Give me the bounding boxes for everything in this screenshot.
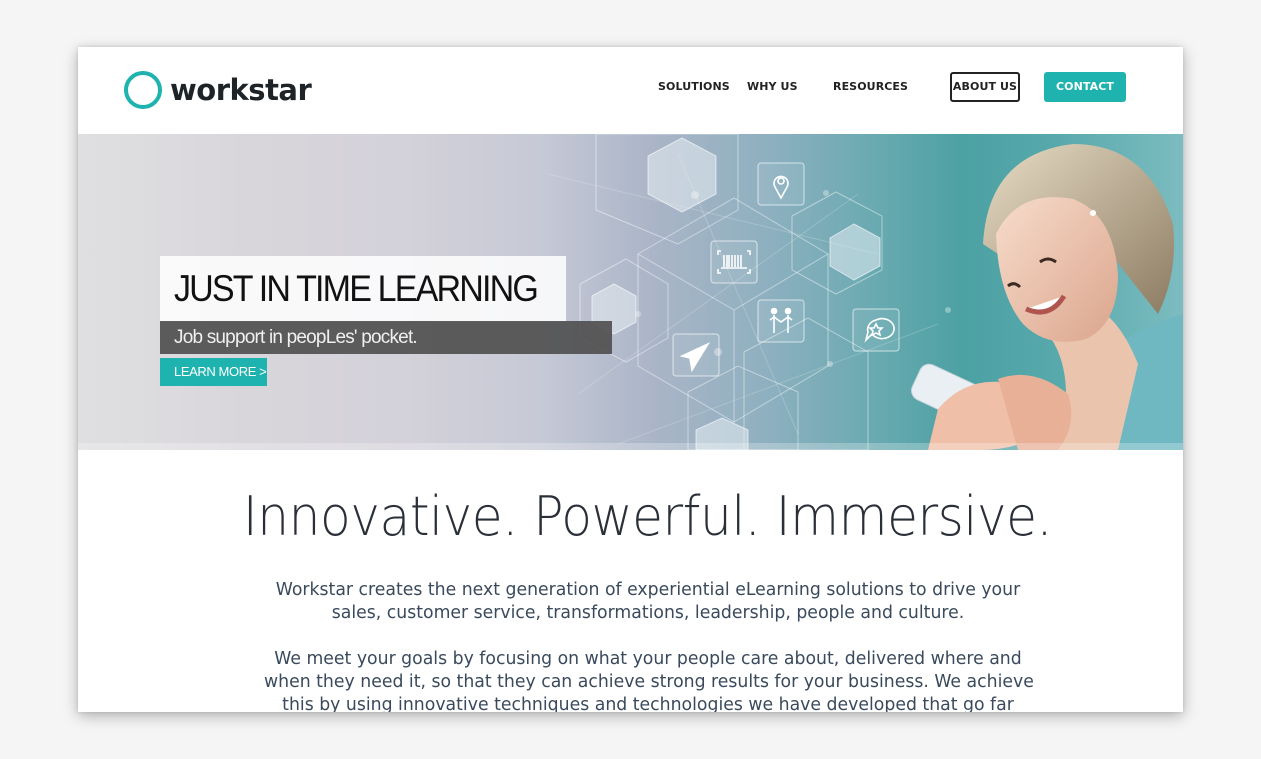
browser-page: workstar SOLUTIONS WHY US RESOURCES ABOU… <box>78 47 1183 712</box>
hero-banner: JUST IN TIME LEARNING Job support in peo… <box>78 134 1183 450</box>
hero-title-box: JUST IN TIME LEARNING <box>160 256 566 322</box>
nav-why-us[interactable]: WHY US <box>747 72 798 102</box>
nav-resources[interactable]: RESOURCES <box>833 72 908 102</box>
main-tagline: Innovative. Powerful. Immersive. <box>242 485 1053 548</box>
goals-paragraph: We meet your goals by focusing on what y… <box>248 647 1048 712</box>
goals-paragraph-line: this by using innovative techniques and … <box>282 694 1014 712</box>
nav-solutions[interactable]: SOLUTIONS <box>658 72 730 102</box>
intro-paragraph-line: Workstar creates the next generation of … <box>275 579 1021 600</box>
intro-paragraph: Workstar creates the next generation of … <box>248 578 1048 624</box>
main-nav: SOLUTIONS WHY US RESOURCES ABOUT US CONT… <box>78 72 1183 102</box>
hero-bottom-strip <box>78 443 1183 450</box>
goals-paragraph-line: We meet your goals by focusing on what y… <box>274 648 1022 669</box>
hero-subtitle-box: Job support in peopLes' pocket. <box>160 321 612 354</box>
nav-contact-button[interactable]: CONTACT <box>1044 72 1126 102</box>
hero-photo-woman-with-phone <box>911 144 1183 450</box>
intro-paragraph-line: sales, customer service, transformations… <box>331 602 965 623</box>
goals-paragraph-line: when they need it, so that they can achi… <box>264 671 1034 692</box>
site-header: workstar SOLUTIONS WHY US RESOURCES ABOU… <box>78 47 1183 134</box>
nav-about-us-button[interactable]: ABOUT US <box>950 72 1020 102</box>
hero-subtitle: Job support in peopLes' pocket. <box>174 327 418 348</box>
hero-title: JUST IN TIME LEARNING <box>174 268 539 309</box>
learn-more-button[interactable]: LEARN MORE > <box>160 358 267 386</box>
